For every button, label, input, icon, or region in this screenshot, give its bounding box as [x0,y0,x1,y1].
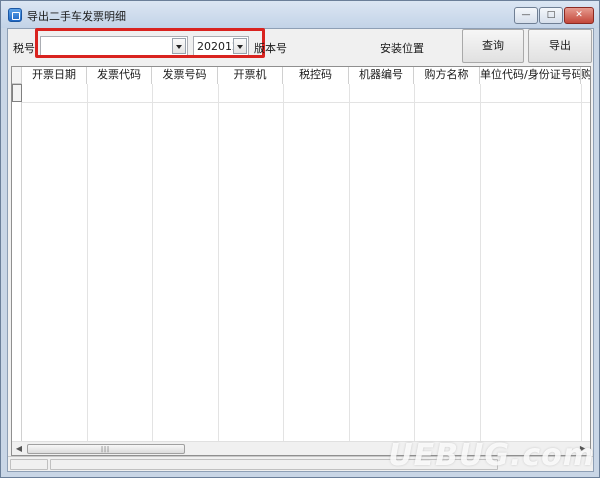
column-divider [152,84,153,441]
highlight-box [35,28,265,58]
app-window: 导出二手车发票明细 — □ ✕ 税号 202012 版本号 安装位置 查询 导出… [0,0,600,478]
scroll-thumb[interactable]: ||| [27,444,185,454]
column-divider [283,84,284,441]
col-header-invoice-number[interactable]: 发票号码 [152,67,218,84]
minimize-button[interactable]: — [514,7,538,24]
col-header-buyer-name[interactable]: 购方名称 [414,67,480,84]
column-divider [581,84,582,441]
column-divider [414,84,415,441]
invoice-grid[interactable]: 开票日期 发票代码 发票号码 开票机 税控码 机器编号 购方名称 单位代码/身份… [11,66,591,456]
col-header-tax-control-code[interactable]: 税控码 [283,67,349,84]
export-button[interactable]: 导出 [528,29,592,63]
title-bar[interactable]: 导出二手车发票明细 — □ ✕ [1,1,599,28]
grid-header: 开票日期 发票代码 发票号码 开票机 税控码 机器编号 购方名称 单位代码/身份… [22,67,590,84]
row-header-selected[interactable] [12,84,22,102]
tax-no-label: 税号 [13,42,35,55]
close-button[interactable]: ✕ [564,7,594,24]
row-divider [22,102,590,103]
query-button[interactable]: 查询 [462,29,524,63]
col-header-invoice-code[interactable]: 发票代码 [87,67,152,84]
app-icon [8,8,22,22]
row-header-column [12,84,22,441]
grid-corner [12,67,22,84]
column-divider [218,84,219,441]
column-divider [349,84,350,441]
column-divider [480,84,481,441]
client-area: 税号 202012 版本号 安装位置 查询 导出 开票日期 发票代码 发票号码 … [7,28,594,472]
col-header-invoicing-machine[interactable]: 开票机 [218,67,283,84]
col-header-invoice-date[interactable]: 开票日期 [22,67,87,84]
scroll-left-icon[interactable]: ◀ [12,442,26,455]
col-header-buyer-partial[interactable]: 购 [581,67,590,84]
install-location-label: 安装位置 [380,42,424,55]
col-header-unit-code-id[interactable]: 单位代码/身份证号码 [480,67,581,84]
maximize-button[interactable]: □ [539,7,563,24]
watermark-logo: UEBUG.com [388,438,595,473]
column-divider [87,84,88,441]
status-panel [10,459,48,470]
col-header-machine-number[interactable]: 机器编号 [349,67,414,84]
version-label: 版本号 [254,42,287,55]
window-title: 导出二手车发票明细 [27,10,126,23]
grip-icon: ||| [101,446,111,453]
